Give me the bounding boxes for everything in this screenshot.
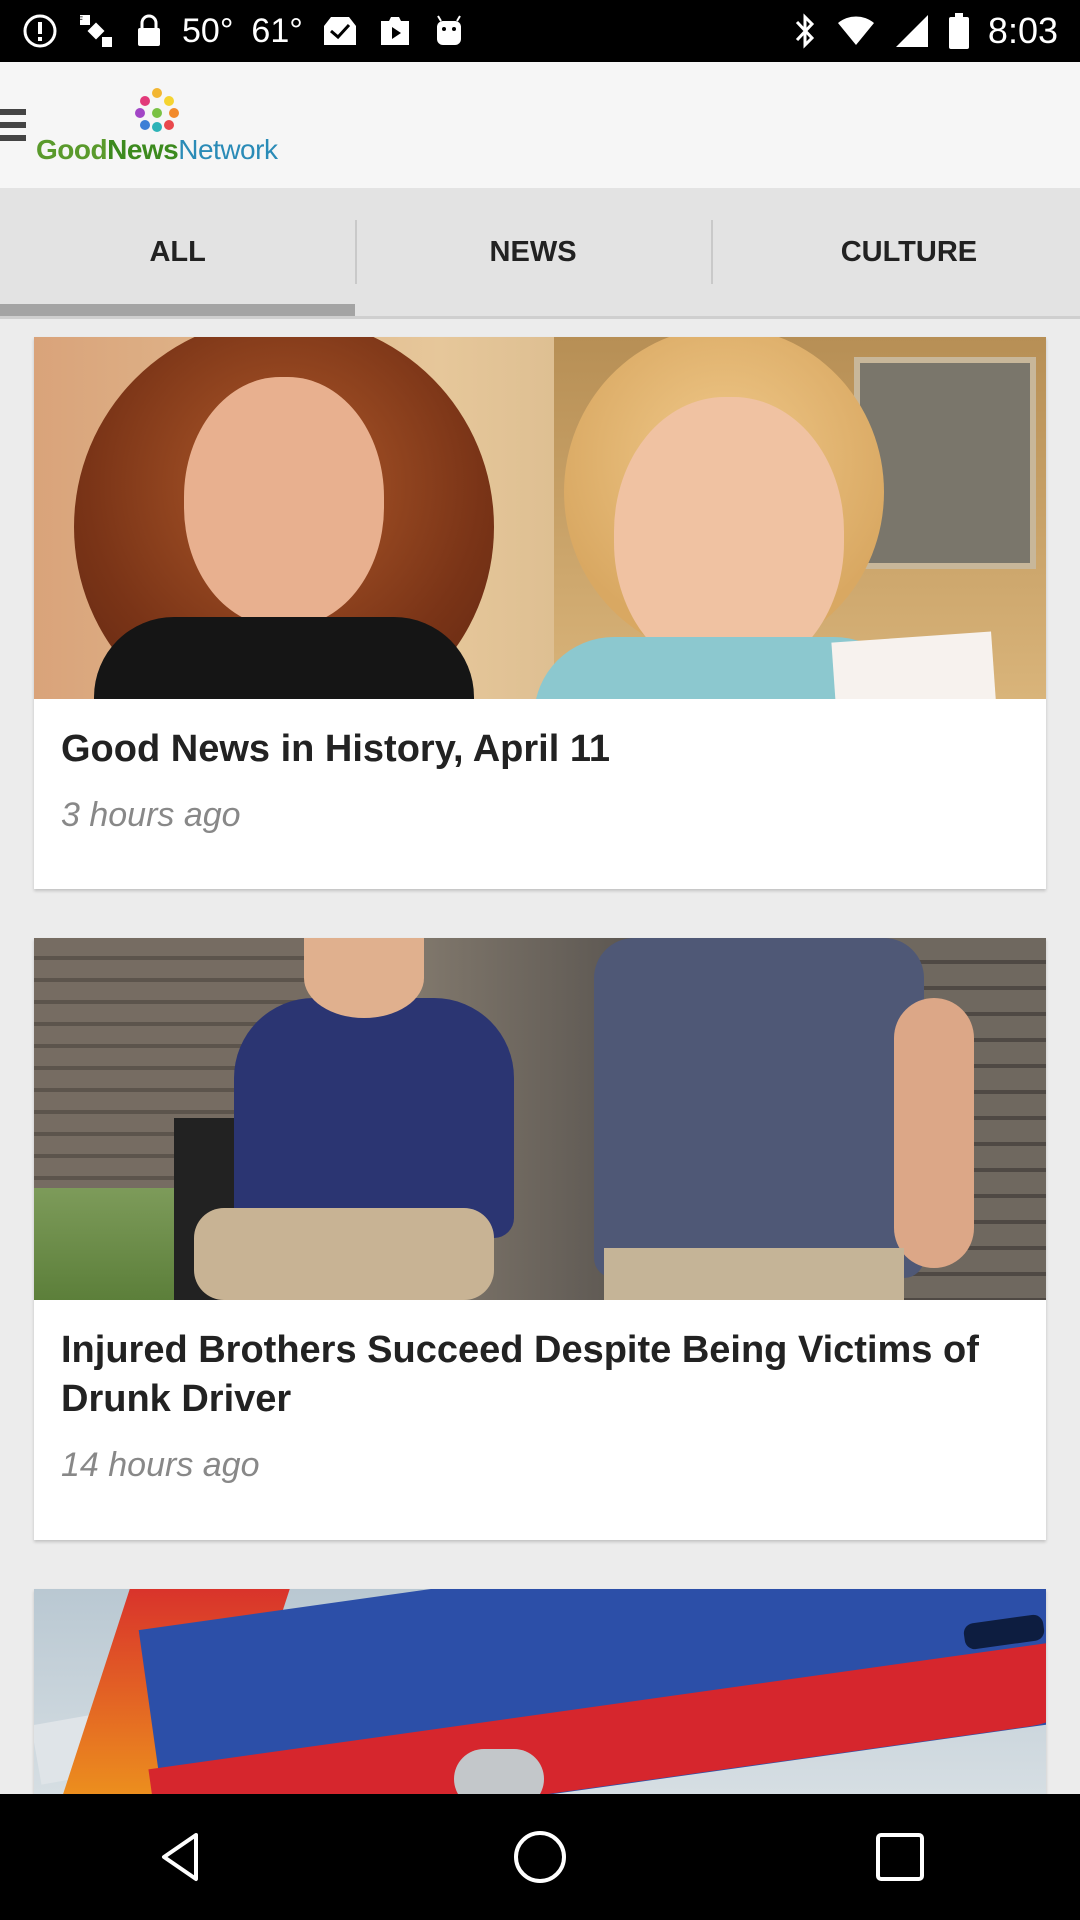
temperature-1: 50° [182,11,234,50]
android-icon [431,11,467,51]
article-body: Injured Brothers Succeed Despite Being V… [34,1300,1046,1485]
battery-icon [948,11,970,51]
article-timestamp: 14 hours ago [61,1446,260,1484]
fake-gps-icon: F [76,11,116,51]
back-icon[interactable] [120,1797,240,1917]
tab-all[interactable]: ALL [0,188,356,316]
play-store-icon [377,11,413,51]
tab-culture[interactable]: CULTURE [710,188,1080,316]
cellular-icon [894,11,930,51]
app-bar: GoodNewsNetwork [0,62,1080,188]
logo-flower-icon [132,88,182,132]
status-right: 8:03 [792,10,1058,52]
logo-wordmark: GoodNewsNetwork [36,134,278,166]
temperature-2: 61° [251,11,303,50]
bluetooth-icon [792,11,818,51]
logo-text-news: News [107,134,179,165]
article-body: Good News in History, April 11 3 hours a… [34,699,1046,835]
inbox-icon [321,11,359,51]
home-icon[interactable] [480,1797,600,1917]
alert-icon [22,11,58,51]
category-tabs: ALL NEWS CULTURE [0,188,1080,319]
logo-text-network: Network [178,134,278,165]
article-title[interactable]: Good News in History, April 11 [61,725,1019,774]
logo-text-good: Good [36,134,108,165]
svg-text:F: F [78,16,83,26]
system-nav-bar [0,1794,1080,1920]
article-title[interactable]: Injured Brothers Succeed Despite Being V… [61,1326,1019,1424]
tab-news[interactable]: NEWS [355,188,710,316]
article-card[interactable]: Injured Brothers Succeed Despite Being V… [34,938,1046,1540]
recents-icon[interactable] [840,1797,960,1917]
article-timestamp: 3 hours ago [61,796,241,834]
lock-icon [134,11,164,51]
wifi-icon [836,11,876,51]
article-card[interactable]: Good News in History, April 11 3 hours a… [34,337,1046,889]
article-image[interactable] [34,337,1046,699]
article-image[interactable] [34,1589,1046,1794]
app-logo[interactable]: GoodNewsNetwork [36,88,278,166]
article-card[interactable] [34,1589,1046,1794]
status-left: F 50° 61° [22,11,467,51]
hamburger-menu-icon[interactable] [0,105,30,145]
article-image[interactable] [34,938,1046,1300]
clock: 8:03 [987,10,1058,51]
status-bar: F 50° 61° 8:03 [0,0,1080,62]
